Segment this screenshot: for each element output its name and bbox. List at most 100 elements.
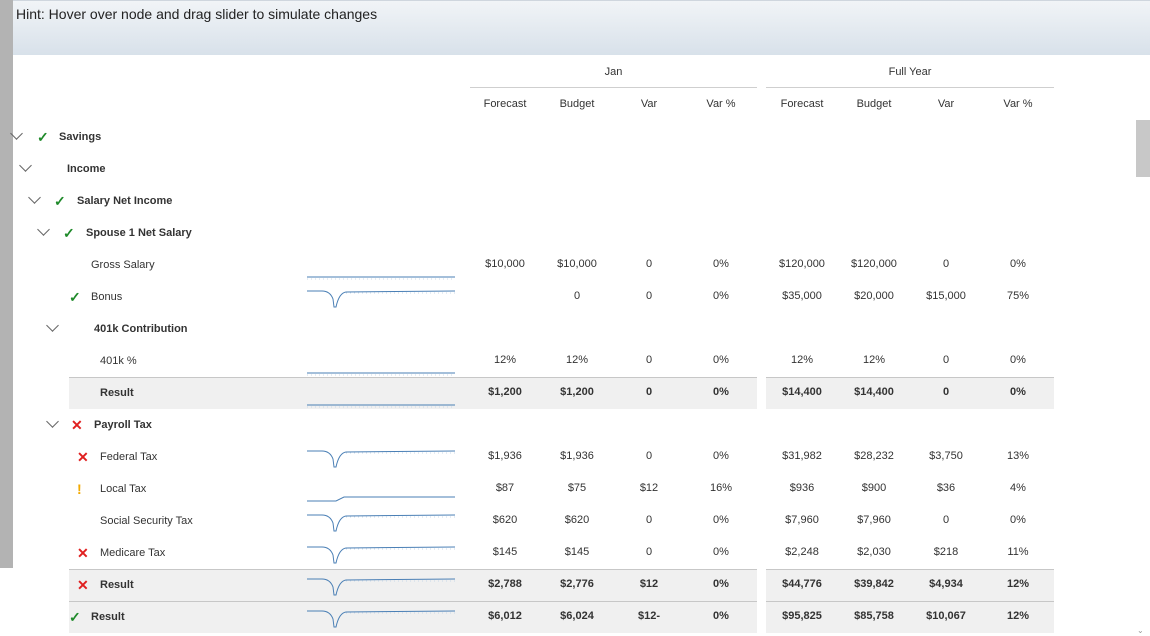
check-icon: ✓ bbox=[63, 225, 75, 241]
col-jan-budget: Budget bbox=[559, 98, 595, 110]
table-row[interactable]: ✕ Medicare Tax $145 $145 0 0% $2,248 $2,030 $218… bbox=[0, 537, 1150, 569]
chevron-down-icon[interactable] bbox=[19, 159, 32, 172]
group-header-jan: Jan bbox=[604, 66, 623, 78]
value-cell: $14,400 bbox=[782, 386, 822, 398]
table-row[interactable]: Result $1,200 $1,200 0 0% $14,400 $14,400 0 0% bbox=[0, 377, 1150, 409]
value-cell: 0% bbox=[713, 354, 729, 366]
scrollbar-thumb[interactable] bbox=[1136, 120, 1150, 177]
value-cell: $900 bbox=[861, 482, 887, 494]
value-cell: $36 bbox=[936, 482, 956, 494]
col-fy-var-pct: Var % bbox=[1003, 98, 1033, 110]
value-cell: $20,000 bbox=[854, 290, 894, 302]
value-cell: 0 bbox=[573, 290, 581, 302]
row-label: Savings bbox=[59, 131, 102, 143]
simulation-slider[interactable] bbox=[306, 345, 456, 377]
sparkline-icon bbox=[307, 372, 455, 376]
value-cell: 12% bbox=[565, 354, 589, 366]
value-cell: $14,400 bbox=[854, 386, 894, 398]
check-icon: ✓ bbox=[54, 193, 66, 209]
value-cell: $2,030 bbox=[857, 546, 891, 558]
group-header-full-year: Full Year bbox=[888, 66, 932, 78]
value-cell: $1,936 bbox=[560, 450, 594, 462]
chevron-down-icon[interactable] bbox=[10, 127, 23, 140]
value-cell: $15,000 bbox=[926, 290, 966, 302]
value-cell: 0% bbox=[713, 546, 729, 558]
chevron-down-icon[interactable] bbox=[46, 319, 59, 332]
cross-icon: ✕ bbox=[77, 449, 89, 465]
simulation-slider[interactable] bbox=[306, 537, 456, 569]
value-cell: 0% bbox=[713, 258, 729, 270]
sparkline-icon bbox=[307, 610, 456, 628]
table-row[interactable]: 401k % 12% 12% 0 0% 12% 12% 0 0% bbox=[0, 345, 1150, 377]
simulation-slider[interactable] bbox=[306, 281, 456, 313]
row-label: Federal Tax bbox=[100, 451, 158, 463]
group-divider-jan bbox=[470, 87, 757, 88]
table-row[interactable]: ✕ Result $2,788 $2,776 $12 0% $44,776 $39,842 $4… bbox=[0, 569, 1150, 601]
value-cell: 0 bbox=[645, 258, 653, 270]
value-cell: $1,200 bbox=[560, 386, 594, 398]
value-cell: 0 bbox=[645, 546, 653, 558]
table-row[interactable]: Social Security Tax $620 $620 0 0% $7,960 $7,9… bbox=[0, 505, 1150, 537]
table-row[interactable]: Gross Salary $10,000 $10,000 0 0% $120,000 $12… bbox=[0, 249, 1150, 281]
cross-icon: ✕ bbox=[77, 545, 89, 561]
value-cell: 12% bbox=[862, 354, 886, 366]
table-row[interactable]: ✕ Payroll Tax bbox=[0, 409, 1150, 441]
check-icon: ✓ bbox=[69, 289, 81, 305]
simulation-slider[interactable] bbox=[306, 505, 456, 537]
hint-banner: Hint: Hover over node and drag slider to… bbox=[13, 0, 1150, 55]
row-label: Social Security Tax bbox=[100, 515, 193, 527]
table-row[interactable]: ✓ Spouse 1 Net Salary bbox=[0, 217, 1150, 249]
group-divider-full-year bbox=[766, 87, 1054, 88]
cross-icon: ✕ bbox=[71, 417, 83, 433]
value-cell: $2,248 bbox=[785, 546, 819, 558]
table-row[interactable]: 401k Contribution bbox=[0, 313, 1150, 345]
value-cell: 0% bbox=[1010, 386, 1026, 398]
simulation-slider[interactable] bbox=[306, 441, 456, 473]
table-row[interactable]: ✓ Salary Net Income bbox=[0, 185, 1150, 217]
col-fy-budget: Budget bbox=[856, 98, 892, 110]
simulation-slider[interactable] bbox=[306, 249, 456, 281]
table-row[interactable]: Income bbox=[0, 153, 1150, 185]
row-label: Local Tax bbox=[100, 483, 147, 495]
simulation-slider[interactable] bbox=[306, 569, 456, 601]
value-cell: 0 bbox=[645, 290, 653, 302]
value-cell: $120,000 bbox=[779, 258, 825, 270]
value-cell: 0 bbox=[942, 354, 950, 366]
value-cell: 12% bbox=[1006, 578, 1030, 590]
hint-text: Hint: Hover over node and drag slider to… bbox=[16, 6, 378, 22]
simulation-slider[interactable] bbox=[306, 377, 456, 409]
value-cell: $120,000 bbox=[851, 258, 897, 270]
sparkline-icon bbox=[307, 514, 456, 532]
value-cell: 12% bbox=[1006, 610, 1030, 622]
table-row[interactable]: ✓ Bonus 0 0 0% $35,000 $20,000 $15,000 75% bbox=[0, 281, 1150, 313]
table-row[interactable]: ! Local Tax $87 $75 $12 16% $936 $900 $36 4% bbox=[0, 473, 1150, 505]
value-cell: $620 bbox=[492, 514, 518, 526]
value-cell: $75 bbox=[567, 482, 587, 494]
value-cell: $936 bbox=[789, 482, 815, 494]
simulation-slider[interactable] bbox=[306, 601, 456, 633]
chevron-down-icon[interactable] bbox=[28, 191, 41, 204]
table-row[interactable]: ✓ Result $6,012 $6,024 $12- 0% $95,825 $85,758 $… bbox=[0, 601, 1150, 633]
value-cell: 0 bbox=[645, 386, 653, 398]
value-cell: 0 bbox=[942, 258, 950, 270]
value-cell: 0% bbox=[713, 610, 729, 622]
chevron-down-icon[interactable] bbox=[46, 415, 59, 428]
row-label: Result bbox=[100, 387, 134, 399]
value-cell: $145 bbox=[564, 546, 590, 558]
value-cell: $44,776 bbox=[782, 578, 822, 590]
table-row[interactable]: ✕ Federal Tax $1,936 $1,936 0 0% $31,982 $28,23… bbox=[0, 441, 1150, 473]
value-cell: $31,982 bbox=[782, 450, 822, 462]
sparkline-icon bbox=[307, 276, 455, 280]
simulation-slider[interactable] bbox=[306, 473, 456, 505]
col-jan-var-pct: Var % bbox=[706, 98, 736, 110]
chevron-down-icon[interactable] bbox=[37, 223, 50, 236]
value-cell: 0% bbox=[713, 514, 729, 526]
value-cell: $145 bbox=[492, 546, 518, 558]
row-label: Payroll Tax bbox=[94, 419, 152, 431]
value-cell: 13% bbox=[1006, 450, 1030, 462]
table-row[interactable]: ✓ Savings bbox=[0, 121, 1150, 153]
value-cell: 0% bbox=[1010, 354, 1026, 366]
value-cell: $10,000 bbox=[485, 258, 525, 270]
row-label: Salary Net Income bbox=[77, 195, 173, 207]
value-cell: $218 bbox=[933, 546, 959, 558]
